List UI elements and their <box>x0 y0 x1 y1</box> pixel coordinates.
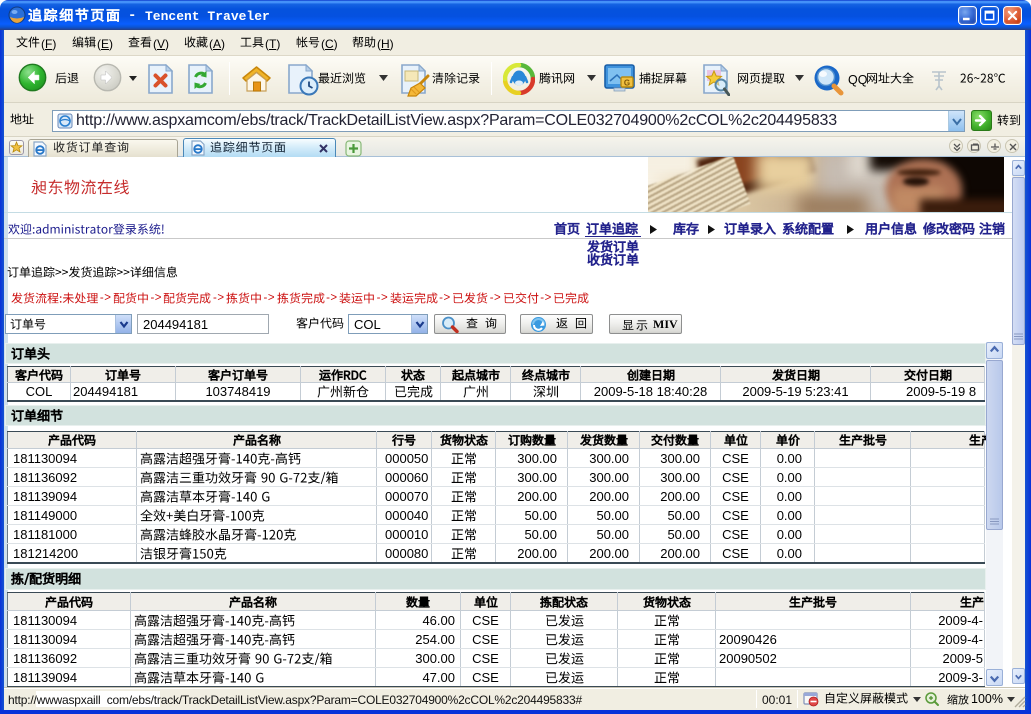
svg-text:G: G <box>624 79 630 88</box>
